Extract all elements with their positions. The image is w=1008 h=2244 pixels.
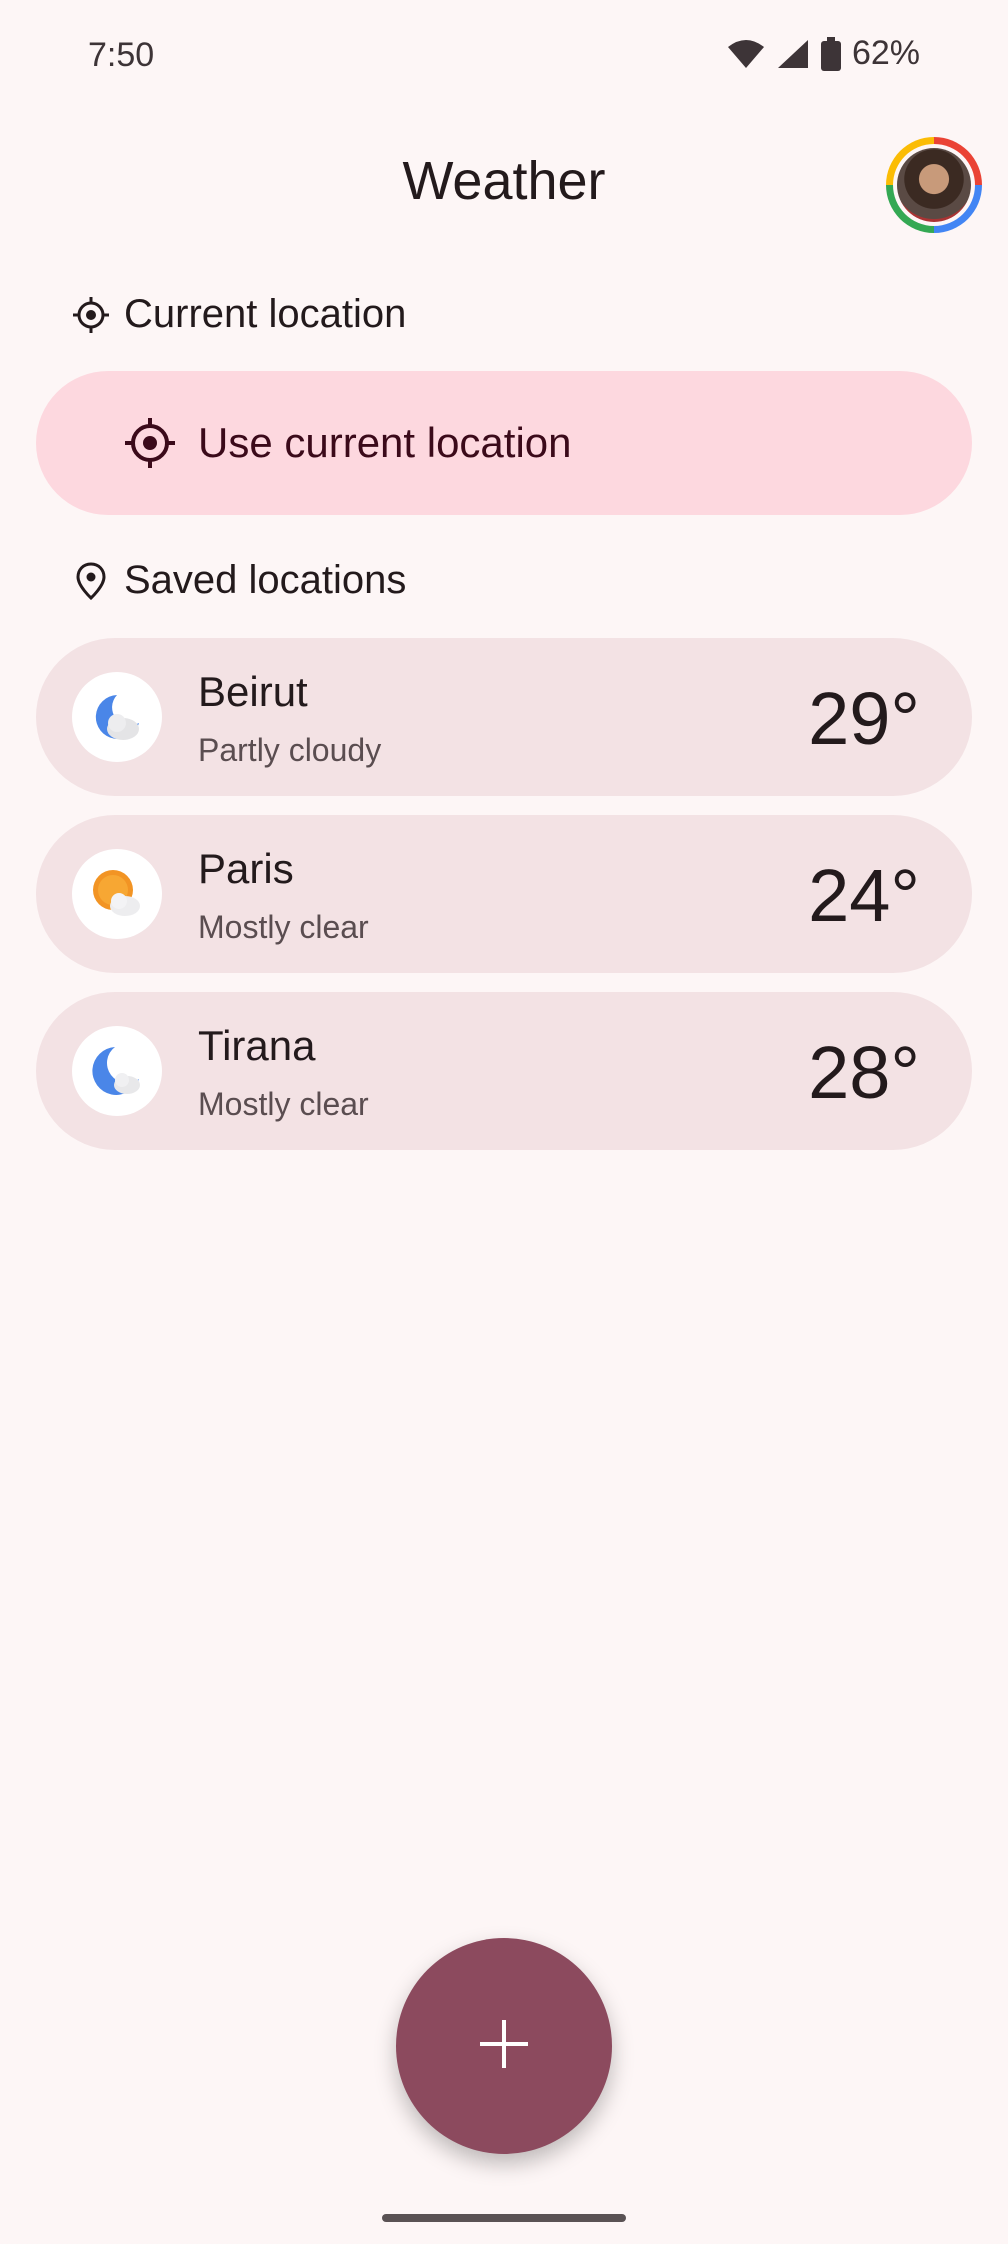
avatar-frame <box>893 144 975 226</box>
location-temperature: 28° <box>808 1031 920 1114</box>
location-card-paris[interactable]: Paris Mostly clear 24° <box>36 815 972 973</box>
night-partly-cloudy-icon <box>72 672 162 762</box>
gesture-nav-handle[interactable] <box>382 2214 626 2222</box>
location-condition: Mostly clear <box>198 909 369 945</box>
avatar-photo <box>897 148 971 222</box>
crosshair-icon <box>72 296 110 334</box>
status-time: 7:50 <box>88 36 155 74</box>
battery-icon <box>820 36 842 71</box>
current-location-heading: Current location <box>72 292 406 337</box>
status-bar: 7:50 62% <box>0 0 1008 110</box>
location-name: Tirana <box>198 1022 316 1069</box>
use-current-location-button[interactable]: Use current location <box>36 371 972 515</box>
location-condition: Partly cloudy <box>198 732 382 768</box>
sun-cloud-icon <box>72 849 162 939</box>
my-location-icon <box>124 417 176 469</box>
pin-icon <box>72 561 110 600</box>
location-name: Beirut <box>198 668 308 715</box>
wifi-icon <box>726 38 766 70</box>
location-temperature: 29° <box>808 677 920 760</box>
moon-cloud-icon <box>72 1026 162 1116</box>
location-card-tirana[interactable]: Tirana Mostly clear 28° <box>36 992 972 1150</box>
signal-icon <box>776 38 810 70</box>
page-title: Weather <box>402 151 606 211</box>
add-location-button[interactable] <box>396 1938 612 2154</box>
status-icons: 62% <box>726 34 920 73</box>
plus-icon <box>478 2018 530 2075</box>
location-condition: Mostly clear <box>198 1086 369 1122</box>
saved-locations-heading: Saved locations <box>72 558 406 603</box>
location-temperature: 24° <box>808 854 920 937</box>
battery-percent: 62% <box>851 34 920 72</box>
location-card-beirut[interactable]: Beirut Partly cloudy 29° <box>36 638 972 796</box>
saved-locations-label: Saved locations <box>124 558 407 602</box>
current-location-label: Current location <box>124 292 407 336</box>
location-name: Paris <box>198 845 294 892</box>
account-avatar[interactable] <box>886 137 982 233</box>
use-current-location-label: Use current location <box>198 419 572 466</box>
